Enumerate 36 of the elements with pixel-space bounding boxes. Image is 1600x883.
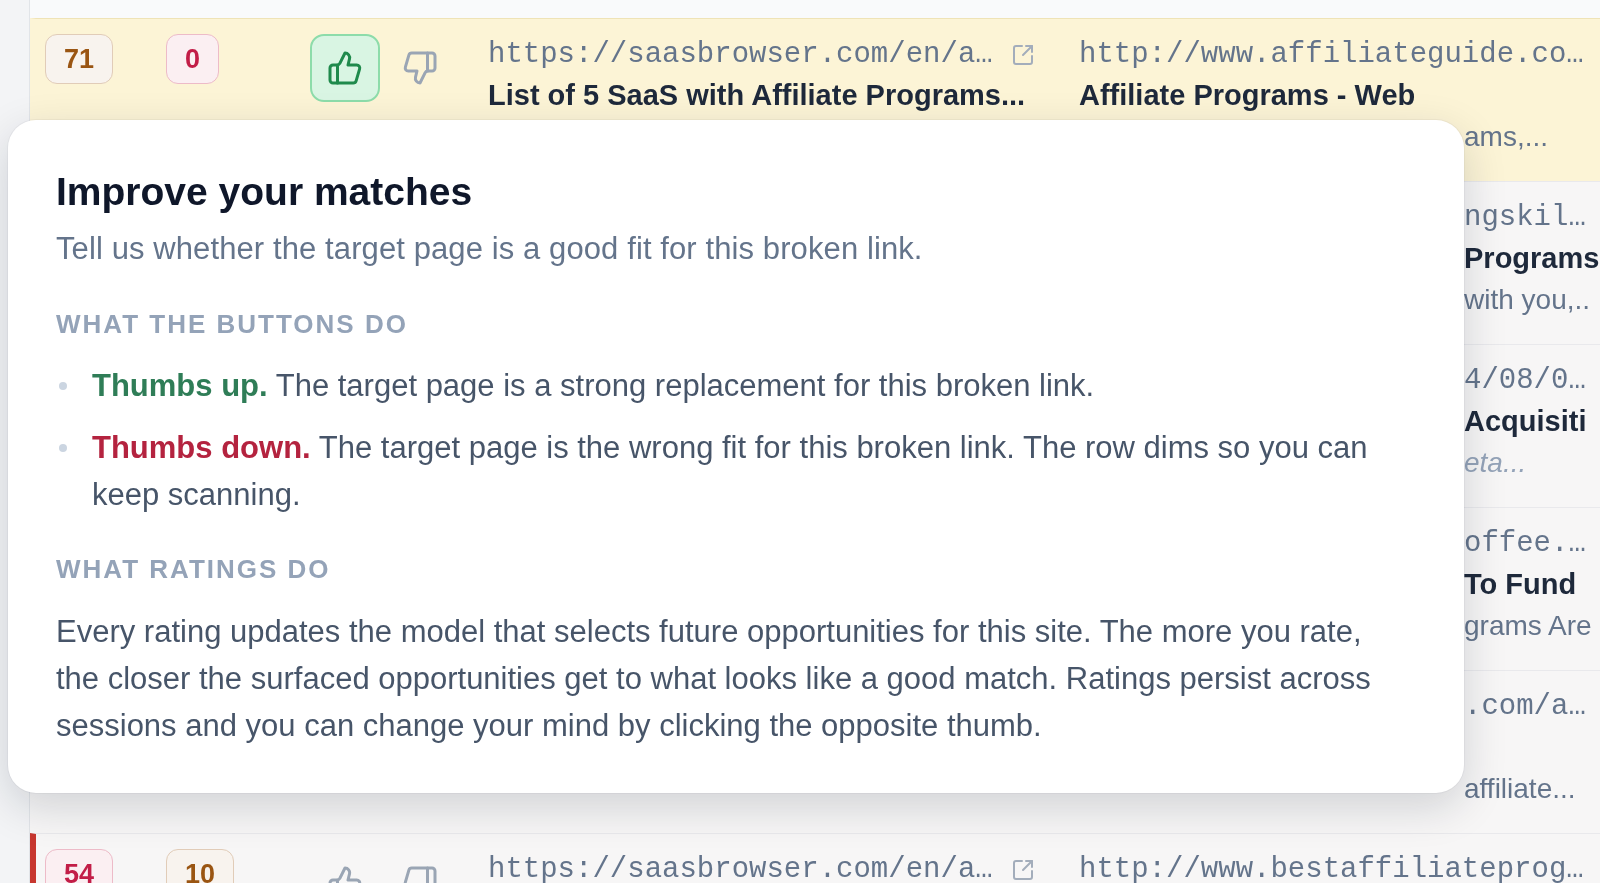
target-title: Affiliate Programs - Web [1079, 78, 1416, 113]
target-url[interactable]: ngskil… [1464, 200, 1586, 236]
target-title: Programs [1464, 241, 1600, 276]
score-badge: 10 [166, 849, 235, 883]
target-snippet: with you,.. [1464, 283, 1591, 317]
external-link-icon[interactable] [1010, 43, 1035, 67]
score-badge: 54 [45, 849, 114, 883]
target-snippet: affiliate... [1464, 772, 1576, 806]
target-snippet: eta... [1464, 446, 1527, 480]
thumbs-up-button[interactable] [310, 34, 380, 102]
target-snippet: grams Are [1464, 609, 1592, 643]
target-url[interactable]: http://www.affiliateguide.co… [1079, 37, 1584, 73]
target-url[interactable]: http://www.bestaffiliateprog… [1079, 852, 1584, 883]
source-url[interactable]: https://saasbrowser.com/en/a… [488, 37, 993, 73]
bullet-icon [59, 382, 67, 390]
thumbs-down-icon [402, 50, 438, 86]
section-paragraph: Every rating updates the model that selects future opportunities for this site. The more you rate, the closer the surfaced opportunities get to what looks like a good match. Ratings persist across sessions and you can change your mind by clicking the opposite thumb. [56, 613, 1372, 745]
source-title: List of 5 SaaS with Affiliate Programs... [488, 78, 1026, 113]
target-snippet: ams,... [1464, 120, 1548, 154]
popover-subtitle: Tell us whether the target page is a good fit for this broken link. [56, 230, 924, 268]
score-badge: 0 [166, 34, 220, 84]
bullet-text: Thumbs up. The target page is a strong replacement for this broken link. [92, 367, 1095, 405]
target-url[interactable]: 4/08/0… [1464, 363, 1586, 399]
bullet-text: Thumbs down. The target page is the wrong fit for this broken link. The row dims so you can keep scanning. [92, 429, 1369, 514]
score-badge: 71 [45, 34, 114, 84]
target-title: To Fund [1464, 567, 1577, 602]
target-url[interactable]: .com/a… [1464, 689, 1586, 725]
target-url[interactable]: offee.… [1464, 526, 1586, 562]
target-title: Acquisiti [1464, 404, 1587, 439]
source-url[interactable]: https://saasbrowser.com/en/a… [488, 852, 993, 883]
popover-title: Improve your matches [56, 169, 474, 215]
external-link-icon[interactable] [1010, 858, 1035, 882]
section-heading: WHAT THE BUTTONS DO [56, 308, 409, 340]
bullet-icon [59, 444, 67, 452]
section-heading: WHAT RATINGS DO [56, 553, 332, 585]
thumbs-up-icon [327, 50, 363, 86]
